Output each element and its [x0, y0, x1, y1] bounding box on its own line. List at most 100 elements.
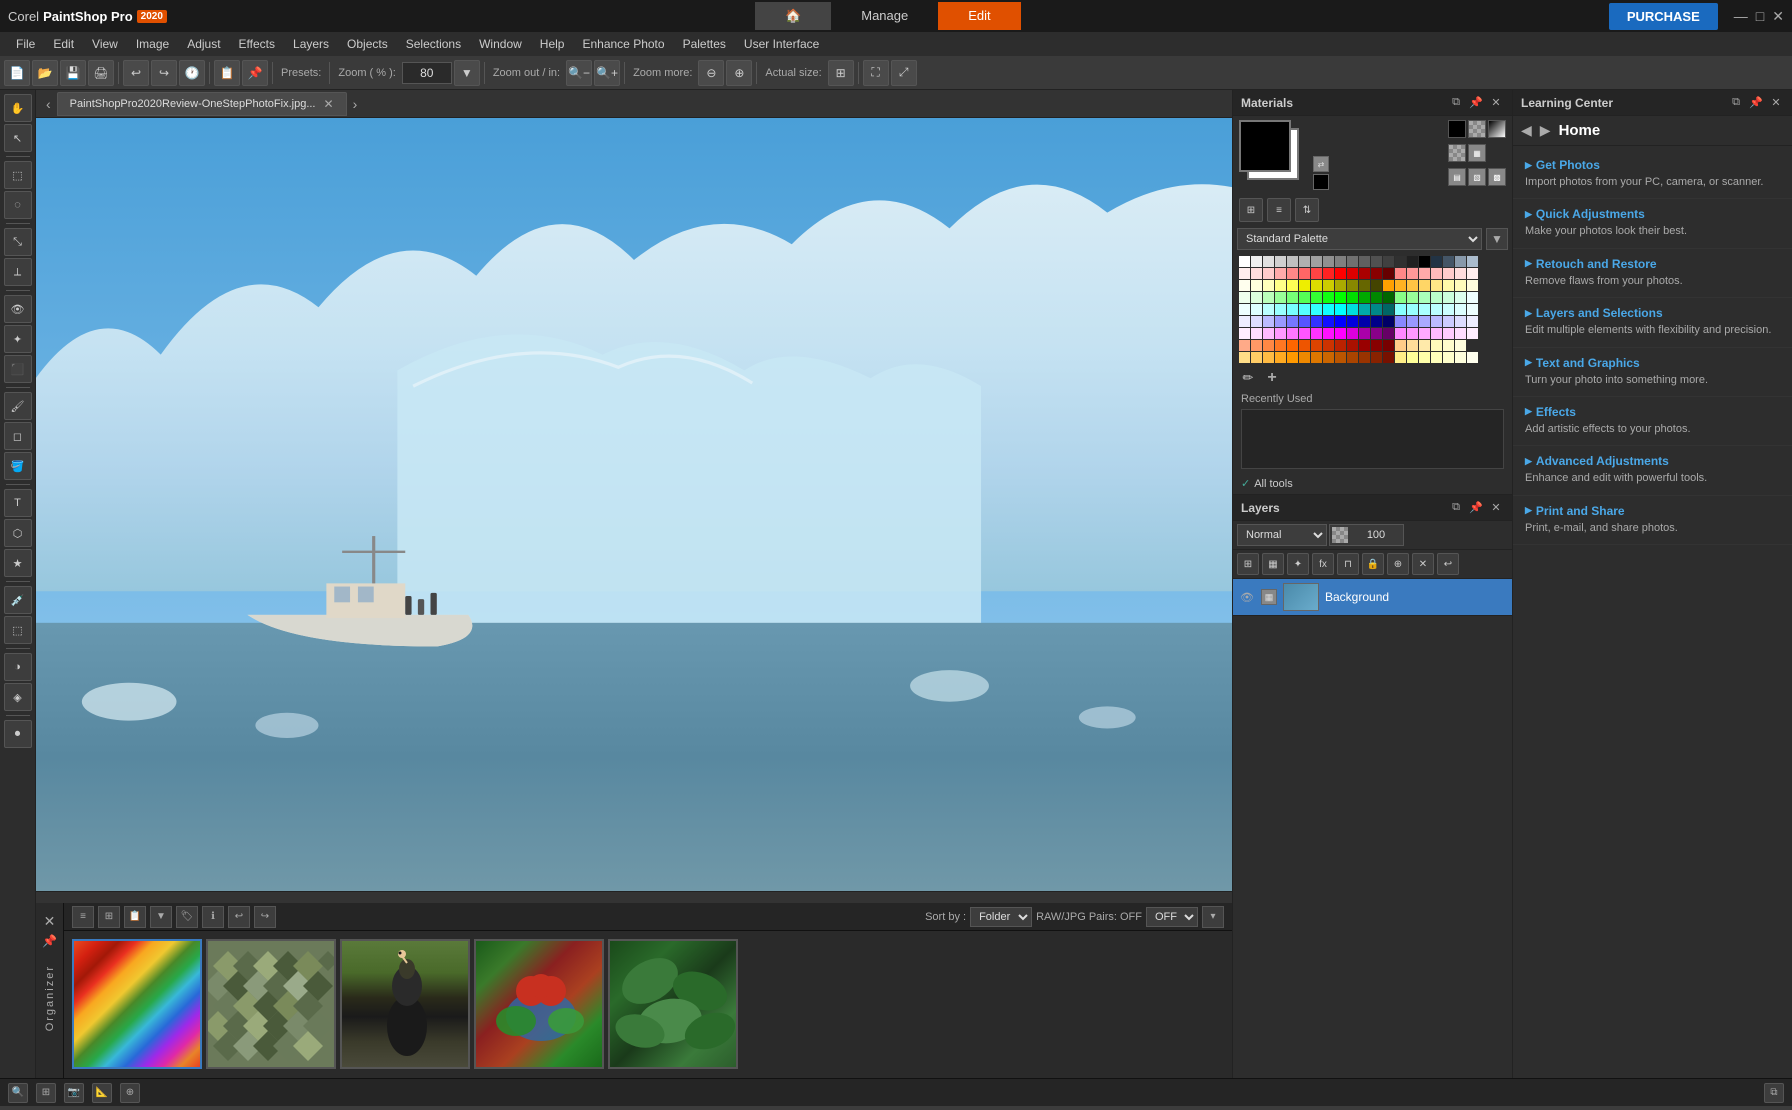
swatch[interactable]: [1359, 268, 1370, 279]
copy-button[interactable]: 📋: [214, 60, 240, 86]
swatch[interactable]: [1395, 316, 1406, 327]
org-thumb-vegetables[interactable]: [474, 939, 604, 1069]
close-button[interactable]: ✕: [1772, 8, 1784, 25]
status-btn-1[interactable]: 🔍: [8, 1083, 28, 1103]
swatch[interactable]: [1263, 352, 1274, 363]
save-file-button[interactable]: 💾: [60, 60, 86, 86]
swatch[interactable]: [1299, 304, 1310, 315]
swatch[interactable]: [1431, 328, 1442, 339]
palette-select[interactable]: Standard Palette: [1237, 228, 1482, 250]
swatch[interactable]: [1299, 340, 1310, 351]
swatch[interactable]: [1263, 304, 1274, 315]
layer-new-btn[interactable]: ⊞: [1237, 553, 1259, 575]
canvas-image-area[interactable]: [36, 118, 1232, 891]
tool-pan[interactable]: ✋: [4, 94, 32, 122]
swatch[interactable]: [1347, 328, 1358, 339]
swatch[interactable]: [1251, 280, 1262, 291]
mat-checker-icon-2[interactable]: [1448, 144, 1466, 162]
lc-close-btn[interactable]: ✕: [1768, 95, 1784, 111]
swatch[interactable]: [1443, 316, 1454, 327]
mat-extra-icon-3[interactable]: ▩: [1488, 168, 1506, 186]
layers-pin-btn[interactable]: 📌: [1468, 500, 1484, 516]
org-undo-btn[interactable]: ↩: [228, 906, 250, 928]
swatch[interactable]: [1383, 256, 1394, 267]
swatch[interactable]: [1311, 292, 1322, 303]
menu-layers[interactable]: Layers: [285, 35, 337, 53]
swatch[interactable]: [1443, 340, 1454, 351]
swatch[interactable]: [1371, 340, 1382, 351]
tool-dodge-burn[interactable]: ◑: [4, 653, 32, 681]
fullscreen-button[interactable]: ⤢: [891, 60, 917, 86]
swatch[interactable]: [1299, 292, 1310, 303]
canvas-tab-forward[interactable]: ›: [347, 96, 364, 112]
menu-file[interactable]: File: [8, 35, 43, 53]
layer-undo-btn[interactable]: ↩: [1437, 553, 1459, 575]
materials-float-btn[interactable]: ⧉: [1448, 95, 1464, 111]
zoom-in-button[interactable]: 🔍+: [594, 60, 620, 86]
organizer-label[interactable]: Organizer: [44, 961, 56, 1035]
swatch[interactable]: [1383, 316, 1394, 327]
layer-visibility-toggle[interactable]: 👁: [1239, 589, 1255, 605]
swatch[interactable]: [1443, 352, 1454, 363]
swatch[interactable]: [1371, 256, 1382, 267]
nav-manage[interactable]: Manage: [831, 2, 938, 30]
swatch[interactable]: [1323, 268, 1334, 279]
org-list-view[interactable]: ≡: [72, 906, 94, 928]
swatch[interactable]: [1455, 352, 1466, 363]
swatch[interactable]: [1263, 256, 1274, 267]
swatch[interactable]: [1323, 352, 1334, 363]
swap-colors-btn[interactable]: ⇄: [1313, 156, 1329, 172]
swatch[interactable]: [1287, 340, 1298, 351]
swatch[interactable]: [1335, 304, 1346, 315]
redo-button[interactable]: ↪: [151, 60, 177, 86]
swatch[interactable]: [1467, 316, 1478, 327]
swatch[interactable]: [1251, 304, 1262, 315]
swatch[interactable]: [1287, 304, 1298, 315]
swatch[interactable]: [1431, 304, 1442, 315]
menu-edit[interactable]: Edit: [45, 35, 82, 53]
swatch[interactable]: [1323, 316, 1334, 327]
swatch[interactable]: [1359, 328, 1370, 339]
menu-selections[interactable]: Selections: [398, 35, 469, 53]
swatch[interactable]: [1287, 256, 1298, 267]
swatch[interactable]: [1443, 256, 1454, 267]
swatch[interactable]: [1467, 352, 1478, 363]
swatch[interactable]: [1311, 256, 1322, 267]
swatch[interactable]: [1311, 268, 1322, 279]
swatch[interactable]: [1359, 316, 1370, 327]
swatch[interactable]: [1467, 328, 1478, 339]
swatch[interactable]: [1347, 340, 1358, 351]
zoom-more-out[interactable]: ⊖: [698, 60, 724, 86]
swatch[interactable]: [1335, 316, 1346, 327]
zoom-out-button[interactable]: 🔍−: [566, 60, 592, 86]
history-button[interactable]: 🕐: [179, 60, 205, 86]
swatch[interactable]: [1371, 328, 1382, 339]
swatch[interactable]: [1467, 280, 1478, 291]
swatch[interactable]: [1407, 328, 1418, 339]
tool-straighten[interactable]: ⟂: [4, 258, 32, 286]
swatch[interactable]: [1275, 256, 1286, 267]
swatch[interactable]: [1455, 328, 1466, 339]
swatch[interactable]: [1311, 304, 1322, 315]
swatch[interactable]: [1323, 340, 1334, 351]
swatch[interactable]: [1443, 268, 1454, 279]
lc-item-text[interactable]: Text and Graphics Turn your photo into s…: [1513, 348, 1792, 397]
swatch[interactable]: [1239, 280, 1250, 291]
swatch[interactable]: [1467, 268, 1478, 279]
org-thumb-colorful-tiles[interactable]: [72, 939, 202, 1069]
swatch[interactable]: [1263, 328, 1274, 339]
swatch[interactable]: [1263, 316, 1274, 327]
lc-item-layers[interactable]: Layers and Selections Edit multiple elem…: [1513, 298, 1792, 347]
swatch[interactable]: [1431, 256, 1442, 267]
swatch[interactable]: [1359, 280, 1370, 291]
org-collapse-btn[interactable]: ▾: [1202, 906, 1224, 928]
mat-checker-icon-1[interactable]: [1468, 120, 1486, 138]
swatch[interactable]: [1347, 292, 1358, 303]
swatch[interactable]: [1359, 352, 1370, 363]
swatch[interactable]: [1275, 340, 1286, 351]
layers-float-btn[interactable]: ⧉: [1448, 500, 1464, 516]
layers-close-btn[interactable]: ✕: [1488, 500, 1504, 516]
swatch[interactable]: [1443, 280, 1454, 291]
swatch[interactable]: [1323, 292, 1334, 303]
maximize-button[interactable]: □: [1756, 8, 1764, 25]
